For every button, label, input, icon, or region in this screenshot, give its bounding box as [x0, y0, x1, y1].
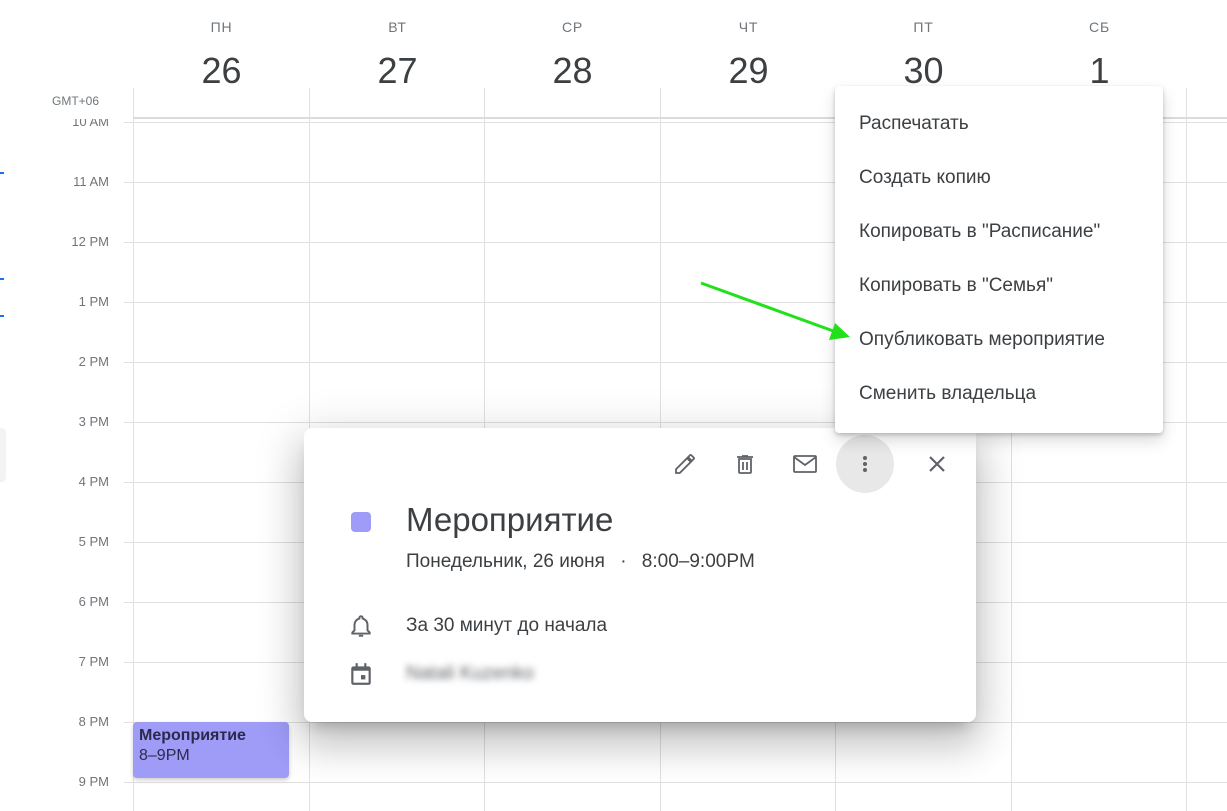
hour-label: 4 PM: [78, 474, 109, 489]
email-guests-button[interactable]: [776, 435, 834, 493]
hour-label: 5 PM: [78, 534, 109, 549]
mail-icon: [793, 455, 817, 473]
header-divider: [133, 88, 134, 118]
menu-item-duplicate[interactable]: Создать копию: [835, 151, 1163, 205]
day-name: ВТ: [388, 19, 407, 35]
event-details-popover: Мероприятие Понедельник, 26 июня · 8:00–…: [304, 428, 976, 722]
day-name: ЧТ: [738, 19, 759, 35]
day-name: СР: [561, 19, 584, 35]
header-divider: [660, 88, 661, 118]
hour-label: 11 AM: [73, 174, 109, 189]
day-column-divider: [1186, 119, 1187, 811]
close-icon: [929, 456, 945, 472]
header-divider: [484, 88, 485, 118]
hour-line: [124, 722, 1227, 723]
pencil-icon: [675, 454, 695, 474]
day-name: ПН: [210, 19, 233, 35]
hour-line: [124, 782, 1227, 783]
more-options-menu: Распечатать Создать копию Копировать в "…: [835, 86, 1163, 433]
edit-button[interactable]: [656, 435, 714, 493]
trash-icon: [737, 455, 753, 474]
event-color-swatch: [351, 512, 371, 532]
menu-item-print[interactable]: Распечатать: [835, 97, 1163, 151]
close-button[interactable]: [908, 435, 966, 493]
timezone-label: GMT+06: [52, 94, 100, 108]
hour-label: 10 AM: [72, 119, 109, 129]
day-number[interactable]: 29: [661, 50, 836, 92]
calendar-icon: [351, 663, 371, 685]
event-time: 8:00–9:00PM: [641, 551, 755, 572]
hour-label: 6 PM: [78, 594, 109, 609]
event-chip-title: Мероприятие: [139, 727, 246, 744]
hour-label: 12 PM: [71, 234, 109, 249]
bell-icon: [351, 615, 371, 637]
menu-item-change-owner[interactable]: Сменить владельца: [835, 367, 1163, 421]
day-number[interactable]: 27: [310, 50, 485, 92]
date-time-separator: ·: [620, 551, 627, 572]
day-name: СБ: [1089, 19, 1110, 35]
more-vert-icon: [863, 456, 867, 472]
day-name: ПТ: [913, 19, 934, 35]
event-chip[interactable]: Мероприятие 8–9PM: [133, 722, 289, 778]
hour-label: 9 PM: [78, 774, 109, 789]
menu-item-publish-event[interactable]: Опубликовать мероприятие: [835, 313, 1163, 367]
calendar-owner-name: Natali Kuzenko: [406, 663, 534, 684]
delete-button[interactable]: [716, 435, 774, 493]
menu-item-copy-to-schedule[interactable]: Копировать в "Расписание": [835, 205, 1163, 259]
header-divider: [309, 88, 310, 118]
event-title: Мероприятие: [406, 501, 614, 538]
day-column-divider: [133, 119, 134, 811]
hour-label: 3 PM: [78, 414, 109, 429]
event-chip-time: 8–9PM: [139, 747, 190, 764]
hour-label: 7 PM: [78, 654, 109, 669]
event-date-time: Понедельник, 26 июня · 8:00–9:00PM: [406, 551, 755, 573]
more-options-button[interactable]: [836, 435, 894, 493]
header-divider: [1186, 88, 1187, 118]
hour-label: 8 PM: [78, 714, 109, 729]
day-number[interactable]: 26: [134, 50, 309, 92]
menu-item-copy-to-family[interactable]: Копировать в "Семья": [835, 259, 1163, 313]
event-date: Понедельник, 26 июня: [406, 551, 605, 572]
hour-label: 2 PM: [78, 354, 109, 369]
day-number[interactable]: 28: [485, 50, 660, 92]
hour-label: 1 PM: [78, 294, 109, 309]
reminder-text: За 30 минут до начала: [406, 615, 608, 636]
